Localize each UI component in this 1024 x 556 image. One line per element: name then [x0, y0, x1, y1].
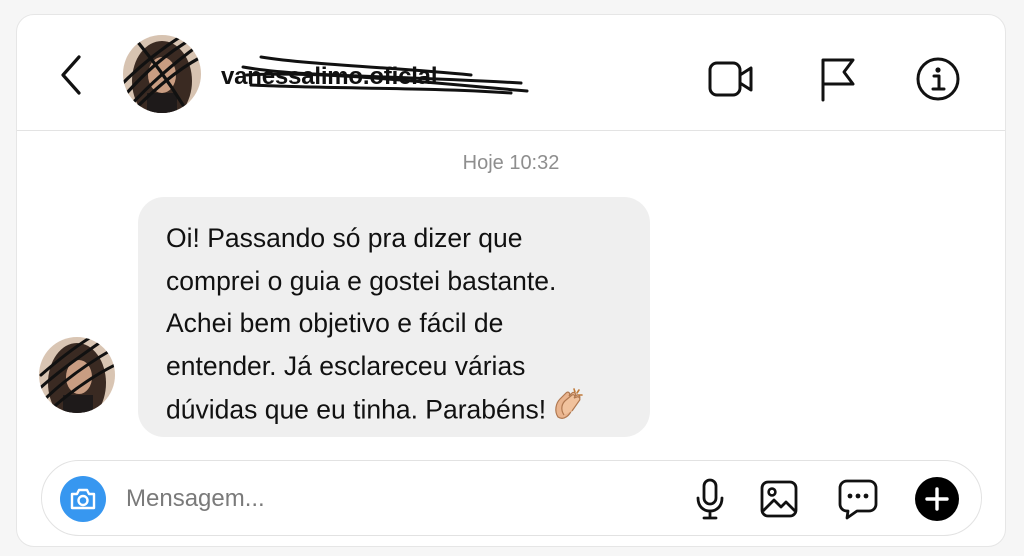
sticker-button[interactable] — [834, 475, 882, 523]
chat-header: vanessalimo.oficial — [17, 15, 1005, 131]
add-button[interactable] — [913, 475, 961, 523]
info-button[interactable] — [912, 53, 964, 105]
message-bubble[interactable]: Oi! Passando só pra dizer que comprei o … — [138, 197, 650, 437]
image-icon — [760, 480, 798, 518]
message-line-text: dúvidas que eu tinha. Parabéns! — [166, 394, 547, 425]
camera-button[interactable] — [60, 476, 106, 522]
dm-window: vanessalimo.oficial Hoje 10:32 Oi! Passa… — [16, 14, 1006, 547]
microphone-icon — [696, 478, 724, 520]
video-call-button[interactable] — [705, 53, 757, 105]
chevron-left-icon — [61, 55, 81, 95]
message-line: dúvidas que eu tinha. Parabéns! — [166, 387, 622, 436]
message-input[interactable] — [126, 479, 646, 519]
back-button[interactable] — [51, 49, 91, 101]
message-line: comprei o guia e gostei bastante. — [166, 265, 557, 296]
message-line: entender. Já esclareceu várias — [166, 350, 526, 381]
video-call-icon — [708, 61, 753, 97]
message-composer — [41, 460, 982, 536]
message-line: Achei bem objetivo e fácil de — [166, 308, 504, 338]
flag-icon — [821, 58, 855, 102]
gallery-button[interactable] — [755, 475, 803, 523]
chat-bubble-icon — [838, 479, 878, 520]
camera-icon — [70, 488, 96, 510]
voice-message-button[interactable] — [686, 475, 734, 523]
avatar[interactable] — [123, 35, 201, 113]
plus-circle-icon — [915, 477, 959, 521]
report-button[interactable] — [811, 53, 863, 105]
info-icon — [916, 57, 960, 101]
conversation-username[interactable]: vanessalimo.oficial — [221, 63, 438, 91]
message-timestamp: Hoje 10:32 — [462, 152, 560, 174]
sender-avatar[interactable] — [39, 337, 115, 413]
message-line: Oi! Passando só pra dizer que — [166, 223, 523, 253]
clapping-hands-emoji — [550, 387, 586, 436]
